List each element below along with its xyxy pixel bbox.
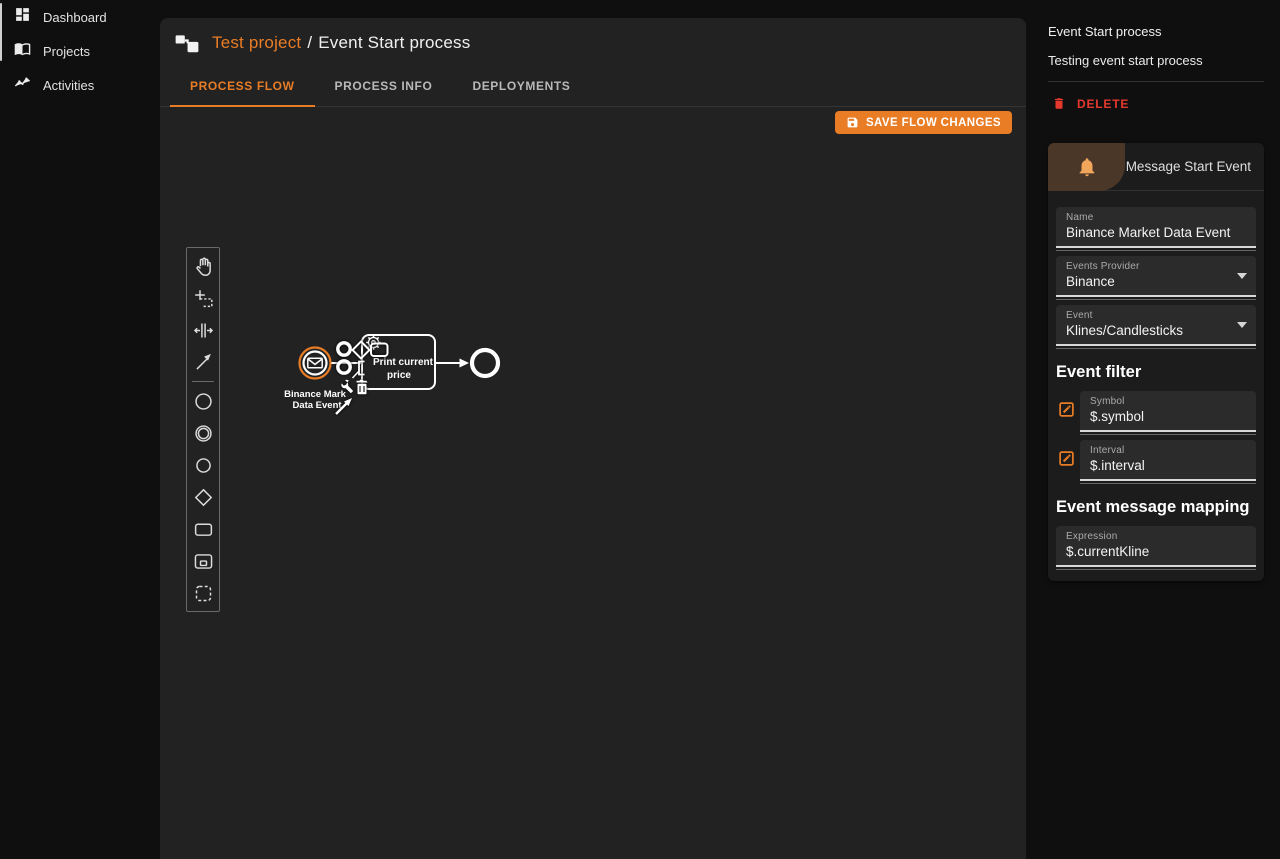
space-tool[interactable] bbox=[187, 314, 219, 346]
tab-process-flow[interactable]: PROCESS FLOW bbox=[170, 66, 315, 106]
chevron-down-icon bbox=[1237, 322, 1247, 328]
message-start-event[interactable]: Binance Mark Data Event bbox=[284, 348, 346, 412]
tab-bar: PROCESS FLOW PROCESS INFO DEPLOYMENTS bbox=[160, 66, 1026, 107]
events-provider-select[interactable]: Events Provider Binance bbox=[1056, 256, 1256, 297]
dashboard-icon bbox=[14, 6, 31, 28]
name-field-value: Binance Market Data Event bbox=[1066, 224, 1246, 242]
edit-square-icon[interactable] bbox=[1058, 401, 1075, 418]
event-filter-heading: Event filter bbox=[1056, 363, 1256, 382]
tab-deployments[interactable]: DEPLOYMENTS bbox=[452, 66, 590, 106]
interval-field-label: Interval bbox=[1090, 445, 1246, 456]
symbol-field[interactable]: Symbol $.symbol bbox=[1080, 391, 1256, 432]
sidebar-item-projects[interactable]: Projects bbox=[0, 34, 160, 68]
palette-separator bbox=[192, 381, 214, 382]
create-group[interactable] bbox=[187, 577, 219, 609]
create-start-event[interactable] bbox=[187, 385, 219, 417]
create-gateway[interactable] bbox=[187, 481, 219, 513]
sidebar-scrollbar[interactable] bbox=[0, 3, 2, 61]
expression-field[interactable]: Expression $.currentKline bbox=[1056, 526, 1256, 567]
symbol-field-label: Symbol bbox=[1090, 396, 1246, 407]
properties-card: Message Start Event Name Binance Market … bbox=[1048, 143, 1264, 581]
bpmn-palette bbox=[186, 247, 220, 612]
event-select[interactable]: Event Klines/Candlesticks bbox=[1056, 305, 1256, 346]
chevron-down-icon bbox=[1237, 273, 1247, 279]
breadcrumb-project-link[interactable]: Test project bbox=[212, 33, 301, 52]
interval-field[interactable]: Interval $.interval bbox=[1080, 440, 1256, 481]
global-connect-tool[interactable] bbox=[187, 346, 219, 378]
name-field[interactable]: Name Binance Market Data Event bbox=[1056, 207, 1256, 248]
task-label-line2: price bbox=[387, 370, 411, 381]
sidebar-item-activities[interactable]: Activities bbox=[0, 68, 160, 102]
event-label: Event bbox=[1066, 310, 1246, 321]
symbol-field-value: $.symbol bbox=[1090, 408, 1246, 426]
context-pad-delete-trash-icon[interactable] bbox=[356, 380, 367, 394]
field-underline bbox=[1056, 299, 1256, 300]
field-underline bbox=[1080, 483, 1256, 484]
field-underline bbox=[1056, 348, 1256, 349]
sidebar-item-label: Dashboard bbox=[43, 10, 107, 25]
main-content-card: Test project/Event Start process PROCESS… bbox=[160, 18, 1026, 859]
bell-icon bbox=[1076, 156, 1098, 178]
sidebar-item-label: Activities bbox=[43, 78, 94, 93]
end-event[interactable] bbox=[472, 350, 498, 376]
properties-header: Message Start Event bbox=[1048, 143, 1264, 191]
process-tree-icon bbox=[174, 30, 200, 56]
interval-field-value: $.interval bbox=[1090, 457, 1246, 475]
breadcrumb: Test project/Event Start process bbox=[160, 18, 1026, 60]
context-pad-append-end-event[interactable] bbox=[338, 343, 350, 355]
activities-icon bbox=[14, 74, 31, 96]
sequence-flow-task-to-end[interactable] bbox=[435, 359, 469, 368]
bpmn-diagram: Print current price Binance Mark Data Ev… bbox=[270, 317, 550, 442]
start-event-label-line2: Data Event bbox=[292, 400, 342, 411]
field-underline bbox=[1080, 434, 1256, 435]
properties-avatar bbox=[1048, 143, 1125, 191]
name-field-label: Name bbox=[1066, 212, 1246, 223]
bpmn-canvas[interactable]: Print current price Binance Mark Data Ev… bbox=[160, 115, 1026, 859]
breadcrumb-separator: / bbox=[301, 33, 318, 52]
process-description: Testing event start process bbox=[1026, 39, 1280, 68]
events-provider-value: Binance bbox=[1066, 273, 1246, 291]
field-underline bbox=[1056, 250, 1256, 251]
left-sidebar: Dashboard Projects Activities bbox=[0, 0, 160, 859]
create-subprocess[interactable] bbox=[187, 545, 219, 577]
hand-tool[interactable] bbox=[187, 250, 219, 282]
event-message-mapping-heading: Event message mapping bbox=[1056, 498, 1256, 517]
start-event-label-line1: Binance Mark bbox=[284, 389, 346, 400]
create-intermediate-event[interactable] bbox=[187, 417, 219, 449]
projects-icon bbox=[14, 40, 31, 62]
create-task[interactable] bbox=[187, 513, 219, 545]
edit-square-icon[interactable] bbox=[1058, 450, 1075, 467]
event-value: Klines/Candlesticks bbox=[1066, 322, 1246, 340]
expression-field-label: Expression bbox=[1066, 531, 1246, 542]
process-name: Event Start process bbox=[1026, 0, 1280, 39]
sidebar-item-label: Projects bbox=[43, 44, 90, 59]
expression-field-value: $.currentKline bbox=[1066, 543, 1246, 561]
panel-divider bbox=[1048, 81, 1264, 82]
breadcrumb-text: Test project/Event Start process bbox=[212, 33, 470, 53]
right-panel: Event Start process Testing event start … bbox=[1026, 0, 1280, 859]
field-underline bbox=[1056, 569, 1256, 570]
properties-title: Message Start Event bbox=[1126, 143, 1251, 191]
sidebar-item-dashboard[interactable]: Dashboard bbox=[0, 0, 160, 34]
create-end-event[interactable] bbox=[187, 449, 219, 481]
delete-button-label: DELETE bbox=[1077, 97, 1129, 111]
delete-process-button[interactable]: DELETE bbox=[1052, 90, 1137, 117]
tab-process-info[interactable]: PROCESS INFO bbox=[315, 66, 453, 106]
lasso-tool[interactable] bbox=[187, 282, 219, 314]
task-label-line1: Print current bbox=[373, 357, 434, 368]
breadcrumb-process-name: Event Start process bbox=[318, 33, 470, 52]
events-provider-label: Events Provider bbox=[1066, 261, 1246, 272]
delete-trash-icon bbox=[1052, 96, 1066, 111]
